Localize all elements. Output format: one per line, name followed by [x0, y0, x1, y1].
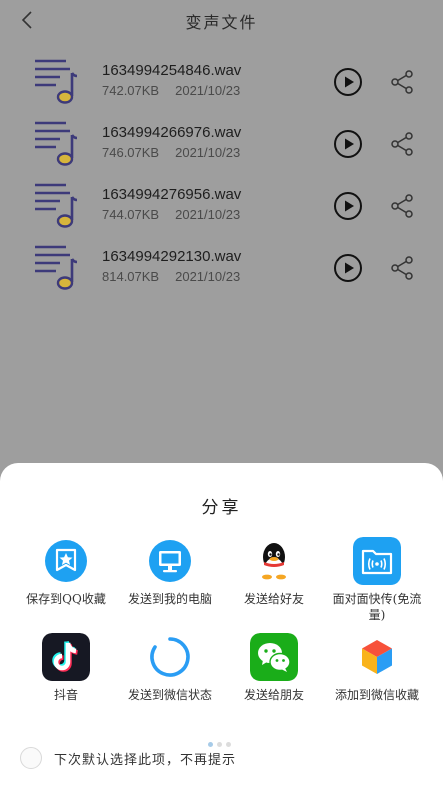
file-meta: 746.07KB 2021/10/23 [102, 145, 240, 160]
qq-favorite-icon [42, 537, 90, 585]
file-name: 1634994254846.wav [102, 62, 242, 79]
file-name: 1634994266976.wav [102, 124, 242, 141]
file-size: 746.07KB [102, 145, 160, 160]
music-note-list-icon [35, 59, 78, 104]
share-option-label: 发送到微信状态 [127, 688, 212, 702]
douyin-icon [42, 633, 90, 681]
play-icon[interactable] [333, 191, 363, 221]
play-icon[interactable] [333, 129, 363, 159]
share-option-face-to-face[interactable]: 面对面快传(免流量) [327, 537, 427, 623]
file-row[interactable]: 1634994254846.wav 742.07KB 2021/10/23 [0, 50, 443, 106]
page-dot [217, 742, 222, 747]
file-row[interactable]: 1634994276956.wav 744.07KB 2021/10/23 [0, 174, 443, 230]
my-computer-icon [146, 537, 194, 585]
share-option-label: 添加到微信收藏 [334, 688, 419, 702]
share-option-label: 面对面快传(免流量) [332, 592, 422, 622]
file-row[interactable]: 1634994292130.wav 814.07KB 2021/10/23 [0, 236, 443, 292]
share-option-wechat-status[interactable]: 发送到微信状态 [120, 633, 220, 703]
share-option-label: 保存到QQ收藏 [26, 592, 106, 606]
music-note-list-icon [35, 245, 78, 290]
page-title: 变声文件 [185, 13, 258, 32]
file-meta: 744.07KB 2021/10/23 [102, 207, 240, 222]
share-option-wechat-friend[interactable]: 发送给朋友 [224, 633, 324, 703]
music-note-list-icon [35, 121, 78, 166]
share-icon[interactable] [390, 70, 414, 94]
share-icon[interactable] [390, 256, 414, 280]
play-icon[interactable] [333, 67, 363, 97]
file-date: 2021/10/23 [175, 145, 241, 160]
file-date: 2021/10/23 [175, 83, 241, 98]
music-note-list-icon [35, 183, 78, 228]
face-to-face-transfer-icon [353, 537, 401, 585]
file-size: 742.07KB [102, 83, 160, 98]
file-size: 744.07KB [102, 207, 160, 222]
share-option-qq-friend[interactable]: 发送给好友 [224, 537, 324, 607]
file-meta: 814.07KB 2021/10/23 [102, 269, 240, 284]
share-icon[interactable] [390, 132, 414, 156]
file-name: 1634994276956.wav [102, 186, 242, 203]
wechat-favorite-icon [353, 633, 401, 681]
share-option-label: 抖音 [53, 688, 78, 702]
top-bar: 变声文件 [0, 0, 443, 40]
play-icon[interactable] [333, 253, 363, 283]
file-meta: 742.07KB 2021/10/23 [102, 83, 240, 98]
qq-penguin-icon [250, 537, 298, 585]
share-option-qq-favorite[interactable]: 保存到QQ收藏 [16, 537, 116, 607]
share-option-label: 发送给朋友 [243, 688, 304, 702]
remember-choice-label: 下次默认选择此项，不再提示 [54, 753, 237, 768]
share-option-douyin[interactable]: 抖音 [16, 633, 116, 703]
file-date: 2021/10/23 [175, 269, 241, 284]
wechat-icon [250, 633, 298, 681]
share-option-wechat-favorite[interactable]: 添加到微信收藏 [327, 633, 427, 703]
remember-choice-checkbox[interactable] [20, 747, 42, 769]
file-size: 814.07KB [102, 269, 160, 284]
share-option-my-computer[interactable]: 发送到我的电脑 [120, 537, 220, 607]
share-icon[interactable] [390, 194, 414, 218]
file-name: 1634994292130.wav [102, 248, 242, 265]
file-row[interactable]: 1634994266976.wav 746.07KB 2021/10/23 [0, 112, 443, 168]
file-date: 2021/10/23 [175, 207, 241, 222]
page-dot [226, 742, 231, 747]
share-option-label: 发送给好友 [243, 592, 304, 606]
share-sheet-title: 分享 [201, 498, 242, 518]
share-sheet: 分享 保存到QQ收藏 发送到我的电脑 发送给好友 面对面快传(免流量) 抖音 发… [0, 463, 443, 793]
page-dot-active [208, 742, 213, 747]
wechat-status-icon [146, 633, 194, 681]
share-option-label: 发送到我的电脑 [127, 592, 212, 606]
